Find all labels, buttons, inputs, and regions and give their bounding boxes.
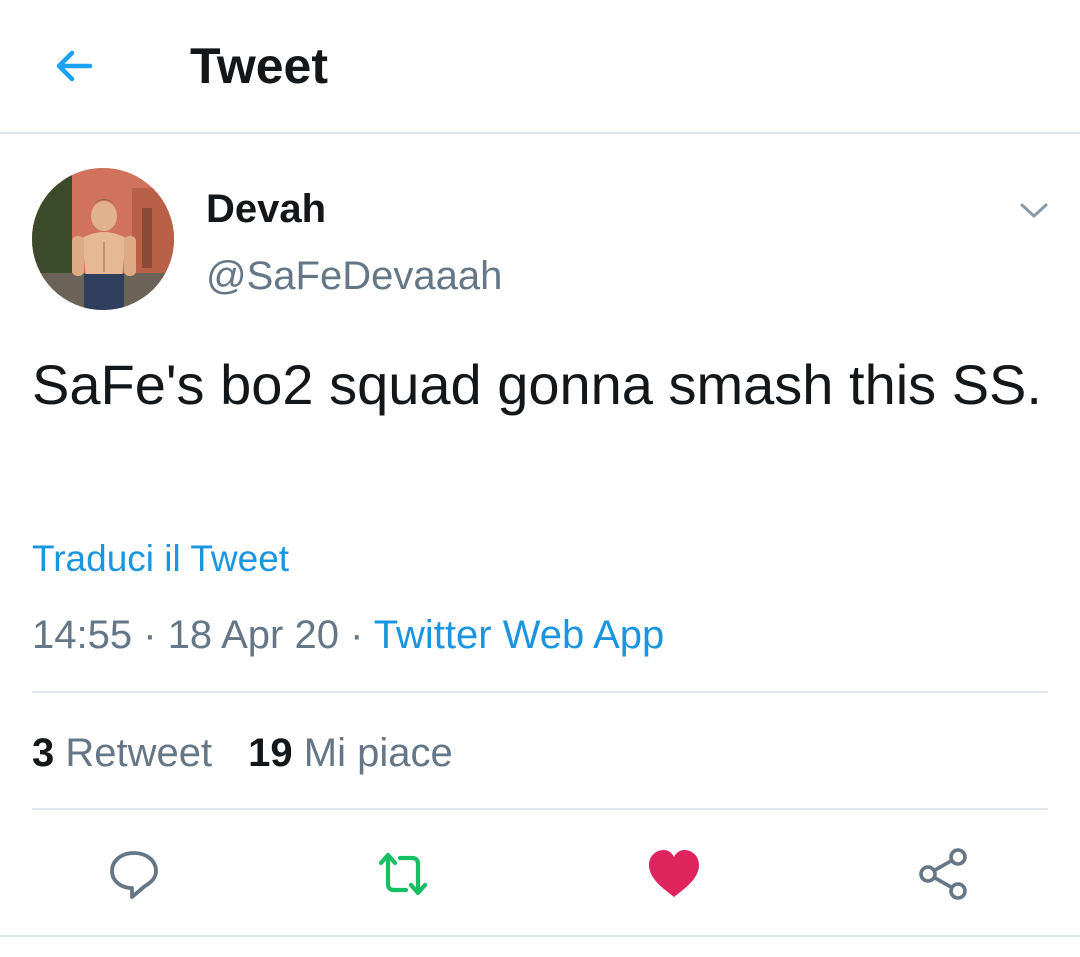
divider (0, 935, 1080, 937)
meta-separator: · (350, 613, 364, 657)
like-button[interactable] (644, 844, 704, 904)
share-button[interactable] (914, 844, 974, 904)
reply-icon (110, 851, 158, 899)
likes-count: 19 (248, 731, 293, 775)
avatar-photo (32, 168, 174, 310)
share-icon (919, 848, 967, 900)
tweet-date: 18 Apr 20 (167, 613, 339, 657)
tweet-stats: 3 Retweet 19 Mi piace (32, 730, 453, 776)
back-button[interactable] (44, 36, 104, 96)
avatar[interactable] (32, 168, 174, 310)
likes-label: Mi piace (303, 731, 453, 775)
tweet-options-button[interactable] (1014, 190, 1054, 230)
tweet-time: 14:55 (32, 613, 133, 657)
tweet-text: SaFe's bo2 squad gonna smash this SS. (32, 353, 1042, 416)
reply-button[interactable] (104, 844, 164, 904)
tweet-source-link[interactable]: Twitter Web App (374, 613, 665, 657)
arrow-left-icon (56, 50, 93, 82)
top-app-bar: Tweet (0, 0, 1080, 134)
tweet-action-bar (0, 812, 1080, 936)
likes-stat[interactable]: 19 Mi piace (248, 731, 453, 775)
retweet-button[interactable] (373, 844, 433, 904)
page-title: Tweet (190, 38, 328, 94)
author-display-name[interactable]: Devah (206, 186, 326, 232)
retweets-stat[interactable]: 3 Retweet (32, 731, 212, 775)
divider (32, 808, 1048, 810)
translate-tweet-link[interactable]: Traduci il Tweet (32, 538, 289, 580)
meta-separator: · (143, 613, 157, 657)
retweet-icon (378, 852, 428, 896)
author-handle[interactable]: @SaFeDevaaah (206, 253, 502, 299)
divider (32, 691, 1048, 693)
retweets-count: 3 (32, 731, 55, 775)
tweet-metadata: 14:55 · 18 Apr 20 · Twitter Web App (32, 612, 664, 658)
heart-icon (649, 850, 699, 897)
retweets-label: Retweet (65, 731, 213, 775)
chevron-down-icon (1020, 203, 1048, 218)
